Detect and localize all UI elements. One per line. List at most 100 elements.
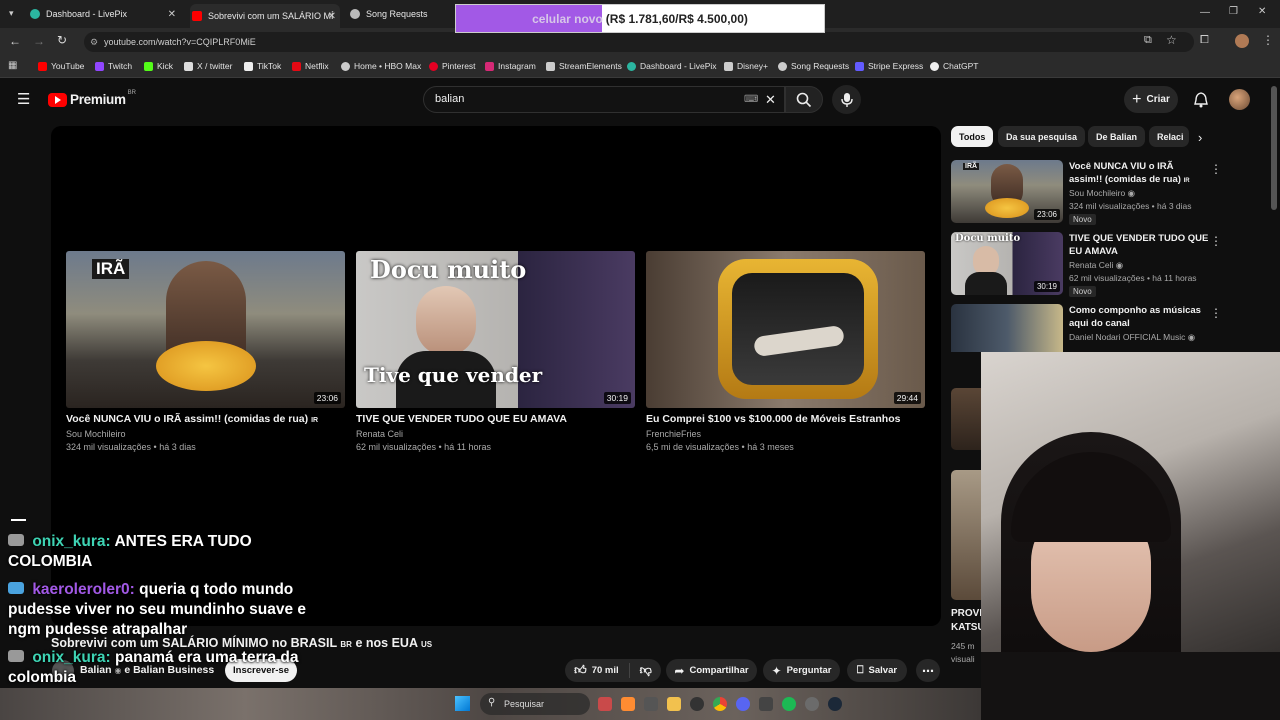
- browser-menu-icon[interactable]: ⋮: [1262, 33, 1274, 47]
- page-scrollbar[interactable]: [1271, 86, 1277, 210]
- sidebar-channel[interactable]: Renata Celi ◉: [1069, 260, 1123, 271]
- endcard-channel[interactable]: Sou Mochileiro: [66, 429, 345, 439]
- folder-icon[interactable]: [667, 697, 681, 711]
- clear-search-icon[interactable]: ✕: [765, 87, 776, 112]
- bookmark-tiktok[interactable]: TikTok: [244, 61, 281, 71]
- taskbar-app-icon[interactable]: [621, 697, 635, 711]
- bookmark-song-requests[interactable]: Song Requests: [778, 61, 849, 71]
- bookmark-twitter[interactable]: X / twitter: [184, 61, 232, 71]
- bookmark-streamelements[interactable]: StreamElements: [546, 61, 622, 71]
- voice-search-button[interactable]: [832, 85, 861, 114]
- more-actions-button[interactable]: ⋯: [916, 659, 940, 682]
- ask-button[interactable]: ✦ Perguntar: [763, 659, 840, 682]
- sidebar-channel[interactable]: Daniel Nodari OFFICIAL Music ◉: [1069, 332, 1195, 343]
- endcard-title[interactable]: TIVE QUE VENDER TUDO QUE EU AMAVA: [356, 413, 635, 425]
- more-vert-icon[interactable]: ⋮: [1210, 162, 1222, 176]
- save-button[interactable]: ⎕ Salvar: [847, 659, 907, 682]
- maximize-icon[interactable]: ❐: [1229, 6, 1238, 17]
- extensions-icon[interactable]: ⧠: [1200, 34, 1209, 47]
- close-icon[interactable]: ✕: [328, 11, 336, 22]
- close-window-icon[interactable]: ✕: [1258, 6, 1266, 17]
- keyboard-icon[interactable]: ⌨: [744, 87, 758, 112]
- sidebar-channel[interactable]: Sou Mochileiro ◉: [1069, 188, 1135, 199]
- bookmark-hbo[interactable]: Home • HBO Max: [341, 61, 421, 71]
- bookmark-chatgpt[interactable]: ChatGPT: [930, 61, 978, 71]
- bookmark-livepix[interactable]: Dashboard - LivePix: [627, 61, 717, 71]
- chrome-icon[interactable]: [713, 697, 727, 711]
- more-vert-icon[interactable]: ⋮: [1210, 234, 1222, 248]
- taskbar-app-icon[interactable]: [805, 697, 819, 711]
- install-icon[interactable]: ⧉: [1144, 34, 1152, 47]
- tab-song-requests[interactable]: Song Requests: [350, 4, 450, 24]
- account-avatar[interactable]: [1229, 89, 1250, 110]
- bookmark-disney[interactable]: Disney+: [724, 61, 768, 71]
- bookmark-youtube[interactable]: YouTube: [38, 61, 84, 71]
- sidebar-thumbnail-partial[interactable]: [951, 388, 981, 450]
- create-button[interactable]: + Criar: [1124, 86, 1178, 113]
- forward-icon[interactable]: →: [33, 34, 45, 48]
- search-input[interactable]: balian ⌨ ✕: [423, 86, 785, 113]
- chevron-right-icon[interactable]: ›: [1198, 130, 1202, 145]
- chip-da-sua-pesquisa[interactable]: Da sua pesquisa: [998, 126, 1086, 147]
- youtube-logo[interactable]: Premium BR: [48, 90, 136, 107]
- endcard-thumbnail[interactable]: 29:44: [646, 251, 925, 408]
- sidebar-thumbnail[interactable]: Docu muito 30:19: [951, 232, 1063, 295]
- sidebar-video-3[interactable]: Como componho as músicas aqui do canal D…: [951, 304, 1271, 352]
- sidebar-video-1[interactable]: IRÃ 23:06 Você NUNCA VIU o IRÃ assim!! (…: [951, 160, 1271, 226]
- bookmark-stripe[interactable]: Stripe Express: [855, 61, 923, 71]
- more-vert-icon[interactable]: ⋮: [1210, 306, 1222, 320]
- endcard-channel[interactable]: FrenchieFries: [646, 429, 925, 439]
- tab-youtube-video[interactable]: Sobrevivi com um SALÁRIO MÍ ✕: [190, 4, 340, 28]
- like-button[interactable]: 👍︎ 70 mil: [574, 663, 630, 678]
- endcard-channel[interactable]: Renata Celi: [356, 429, 635, 439]
- profile-avatar[interactable]: [1235, 34, 1249, 48]
- reload-icon[interactable]: ↻: [57, 33, 67, 47]
- taskbar-app-icon[interactable]: [690, 697, 704, 711]
- bookmark-kick[interactable]: Kick: [144, 61, 173, 71]
- sidebar-title[interactable]: Você NUNCA VIU o IRÃ assim!! (comidas de…: [1069, 160, 1209, 188]
- endcard-video-renata[interactable]: Docu muito Tive que vender 30:19 TIVE QU…: [356, 251, 635, 452]
- sidebar-partial-title[interactable]: PROVI KATSU: [951, 607, 985, 635]
- endcard-title[interactable]: Eu Comprei $100 vs $100.000 de Móveis Es…: [646, 413, 925, 425]
- spotify-icon[interactable]: [782, 697, 796, 711]
- dislike-button[interactable]: 👎︎: [630, 663, 652, 678]
- sidebar-thumbnail[interactable]: IRÃ 23:06: [951, 160, 1063, 223]
- discord-icon[interactable]: [736, 697, 750, 711]
- chip-de-balian[interactable]: De Balian: [1088, 126, 1146, 147]
- endcard-thumbnail[interactable]: Docu muito Tive que vender 30:19: [356, 251, 635, 408]
- taskbar-app-icon[interactable]: [644, 697, 658, 711]
- windows-start-icon[interactable]: [455, 696, 470, 711]
- taskbar-search-input[interactable]: ⚲ Pesquisar: [480, 693, 590, 715]
- url-input[interactable]: ⚙ youtube.com/watch?v=CQIPLRF0MiE: [84, 32, 1194, 52]
- close-icon[interactable]: ✕: [168, 9, 176, 20]
- chip-relacionados[interactable]: Relaci: [1149, 126, 1189, 147]
- bookmark-netflix[interactable]: Netflix: [292, 61, 329, 71]
- apps-grid-icon[interactable]: ▦: [8, 60, 17, 71]
- bookmark-twitch[interactable]: Twitch: [95, 61, 132, 71]
- sidebar-thumbnail-partial[interactable]: [951, 470, 981, 600]
- endcard-thumbnail[interactable]: IRÃ 23:06: [66, 251, 345, 408]
- hamburger-menu-icon[interactable]: ☰: [17, 90, 30, 108]
- sidebar-title[interactable]: TIVE QUE VENDER TUDO QUE EU AMAVA: [1069, 232, 1209, 258]
- bookmark-star-icon[interactable]: ☆: [1166, 33, 1177, 47]
- endcard-video-frenchie[interactable]: 29:44 Eu Comprei $100 vs $100.000 de Móv…: [646, 251, 925, 452]
- search-button[interactable]: [785, 86, 823, 113]
- back-icon[interactable]: ←: [9, 34, 21, 48]
- tab-livepix[interactable]: Dashboard - LivePix ✕: [30, 4, 180, 24]
- taskbar-app-icon[interactable]: [598, 697, 612, 711]
- steam-icon[interactable]: [828, 697, 842, 711]
- endcard-video-iran[interactable]: IRÃ 23:06 Você NUNCA VIU o IRÃ assim!! (…: [66, 251, 345, 452]
- tab-search-icon[interactable]: ▾: [9, 8, 14, 19]
- sidebar-title[interactable]: Como componho as músicas aqui do canal: [1069, 304, 1209, 330]
- taskbar-app-icon[interactable]: [759, 697, 773, 711]
- endcard-title[interactable]: Você NUNCA VIU o IRÃ assim!! (comidas de…: [66, 413, 345, 425]
- minimize-icon[interactable]: —: [1200, 7, 1210, 18]
- share-button[interactable]: ➦ Compartilhar: [666, 659, 757, 682]
- bookmark-instagram[interactable]: Instagram: [485, 61, 536, 71]
- bookmark-pinterest[interactable]: Pinterest: [429, 61, 476, 71]
- notifications-bell-icon[interactable]: [1194, 92, 1208, 108]
- sidebar-thumbnail[interactable]: [951, 304, 1063, 352]
- site-info-icon[interactable]: ⚙: [90, 32, 98, 52]
- chip-todos[interactable]: Todos: [951, 126, 994, 147]
- sidebar-video-2[interactable]: Docu muito 30:19 TIVE QUE VENDER TUDO QU…: [951, 232, 1271, 298]
